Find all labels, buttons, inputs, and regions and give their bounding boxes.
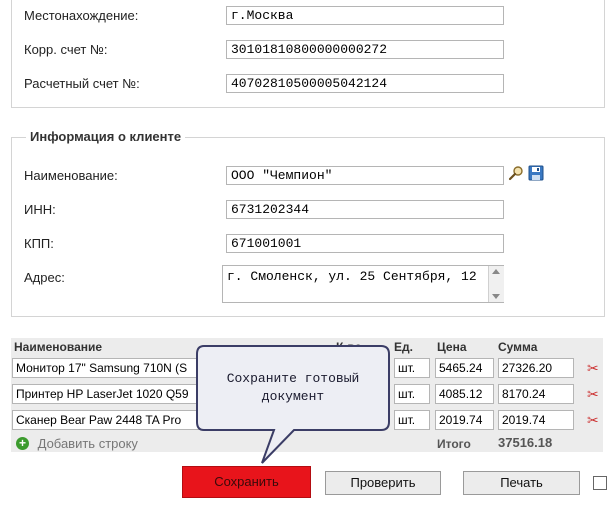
column-name-header: Наименование bbox=[14, 340, 103, 354]
row-1-unit[interactable]: шт. bbox=[394, 358, 430, 378]
save-button[interactable]: Сохранить bbox=[182, 466, 311, 498]
column-sum-header: Сумма bbox=[498, 340, 538, 354]
total-label: Итого bbox=[437, 437, 471, 451]
row-3-sum[interactable]: 2019.74 bbox=[498, 410, 574, 430]
client-name-field[interactable]: ООО "Чемпион" bbox=[226, 166, 504, 185]
corr-account-label: Корр. счет №: bbox=[24, 42, 108, 57]
location-field[interactable]: г.Москва bbox=[226, 6, 504, 25]
search-client-icon[interactable] bbox=[508, 165, 524, 181]
inn-label: ИНН: bbox=[24, 202, 56, 217]
inn-field[interactable]: 6731202344 bbox=[226, 200, 504, 219]
settlement-account-field[interactable]: 40702810500005042124 bbox=[226, 74, 504, 93]
tooltip-line-2: документ bbox=[261, 389, 325, 404]
address-scrollbar[interactable] bbox=[488, 266, 504, 302]
address-text: г. Смоленск, ул. 25 Сентября, 12 bbox=[227, 269, 477, 284]
kpp-label: КПП: bbox=[24, 236, 54, 251]
total-value: 37516.18 bbox=[498, 435, 553, 450]
tooltip-line-1: Сохраните готовый bbox=[226, 371, 360, 386]
row-3-price[interactable]: 2019.74 bbox=[435, 410, 494, 430]
kpp-field[interactable]: 671001001 bbox=[226, 234, 504, 253]
row-3-unit[interactable]: шт. bbox=[394, 410, 430, 430]
settlement-account-label: Расчетный счет №: bbox=[24, 76, 140, 91]
check-button[interactable]: Проверить bbox=[325, 471, 441, 495]
delete-row-1-icon[interactable]: ✂ bbox=[587, 360, 599, 377]
column-unit-header: Ед. bbox=[394, 340, 413, 354]
add-row-button[interactable]: + Добавить строку bbox=[16, 435, 138, 451]
add-icon: + bbox=[16, 437, 29, 451]
corr-account-field[interactable]: 30101810800000000272 bbox=[226, 40, 504, 59]
client-name-label: Наименование: bbox=[24, 168, 118, 183]
delete-row-3-icon[interactable]: ✂ bbox=[587, 412, 599, 429]
address-label: Адрес: bbox=[24, 270, 65, 285]
add-row-label: Добавить строку bbox=[37, 436, 138, 452]
print-button[interactable]: Печать bbox=[463, 471, 580, 495]
address-textarea[interactable]: г. Смоленск, ул. 25 Сентября, 12 bbox=[222, 265, 504, 303]
row-1-price[interactable]: 5465.24 bbox=[435, 358, 494, 378]
row-1-sum[interactable]: 27326.20 bbox=[498, 358, 574, 378]
column-price-header: Цена bbox=[437, 340, 467, 354]
row-2-sum[interactable]: 8170.24 bbox=[498, 384, 574, 404]
client-info-legend: Информация о клиенте bbox=[26, 129, 186, 144]
row-2-price[interactable]: 4085.12 bbox=[435, 384, 494, 404]
location-label: Местонахождение: bbox=[24, 8, 139, 23]
save-client-icon[interactable] bbox=[528, 165, 544, 181]
delete-row-2-icon[interactable]: ✂ bbox=[587, 386, 599, 403]
tooltip-text: Сохраните готовый документ bbox=[198, 370, 388, 406]
option-checkbox[interactable] bbox=[593, 476, 607, 490]
row-2-unit[interactable]: шт. bbox=[394, 384, 430, 404]
